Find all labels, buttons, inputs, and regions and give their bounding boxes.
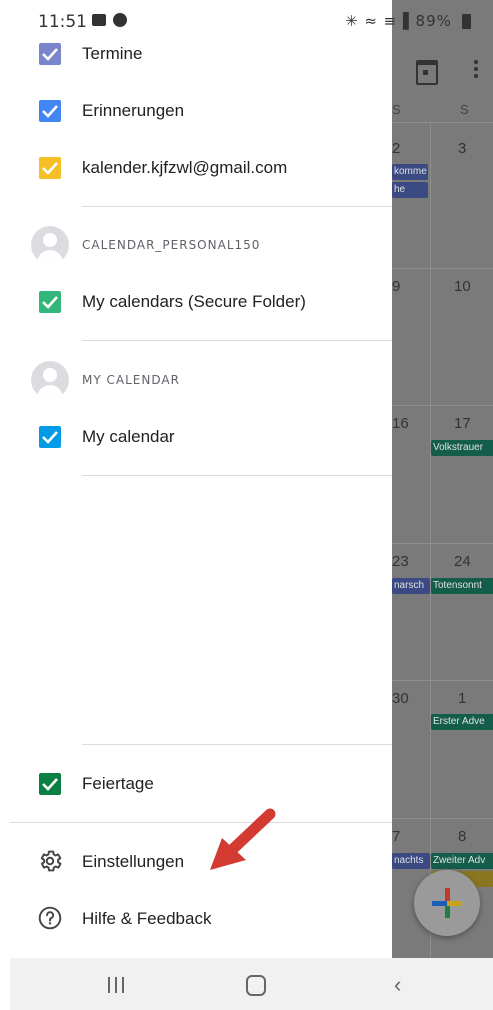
battery-icon [462, 14, 471, 29]
divider [82, 206, 392, 207]
help-circle-icon [37, 905, 63, 931]
divider [82, 744, 392, 745]
today-calendar-icon[interactable] [416, 60, 438, 85]
checkbox-checked-icon[interactable] [39, 100, 61, 122]
calendar-month-view: S S 2 3 9 10 16 17 23 24 30 1 7 8 komme … [392, 0, 493, 958]
divider [82, 475, 392, 476]
checkbox-checked-icon[interactable] [39, 773, 61, 795]
date-cell[interactable]: 10 [454, 278, 471, 295]
status-bar: 11:51 ✳ ≈ ≡▐ 89% [0, 0, 493, 44]
date-cell[interactable]: 2 [392, 140, 400, 157]
grid-line [392, 818, 493, 819]
grid-line [392, 543, 493, 544]
gallery-icon [92, 14, 106, 26]
checkbox-checked-icon[interactable] [39, 291, 61, 313]
home-icon[interactable] [246, 975, 266, 996]
gear-icon [37, 848, 63, 874]
account-name: CALENDAR_PERSONAL150 [82, 238, 261, 252]
grid-line [392, 268, 493, 269]
date-cell[interactable]: 23 [392, 553, 409, 570]
grid-line [392, 122, 493, 123]
date-cell[interactable]: 3 [458, 140, 466, 157]
date-cell[interactable]: 16 [392, 415, 409, 432]
grid-line [430, 122, 431, 958]
event-chip[interactable]: nachts [392, 853, 430, 869]
help-label: Hilfe & Feedback [82, 909, 212, 928]
divider [82, 340, 392, 341]
create-event-fab[interactable] [414, 870, 480, 936]
date-cell[interactable]: 7 [392, 828, 400, 845]
annotation-arrow-icon [210, 808, 276, 870]
navigation-drawer: Termine Erinnerungen kalender.kjfzwl@gma… [0, 0, 392, 958]
spotify-icon [113, 13, 127, 27]
weekday-header: S [460, 102, 469, 117]
checkbox-checked-icon[interactable] [39, 43, 61, 65]
checkbox-checked-icon[interactable] [39, 157, 61, 179]
date-cell[interactable]: 30 [392, 690, 409, 707]
more-vert-icon[interactable] [474, 60, 478, 80]
event-chip[interactable]: Totensonnt [431, 578, 493, 594]
status-time: 11:51 [38, 12, 87, 32]
account-avatar [31, 361, 69, 399]
event-chip[interactable]: komme [392, 164, 428, 180]
calendar-label: My calendar [82, 427, 175, 446]
date-cell[interactable]: 24 [454, 553, 471, 570]
calendar-toggle-erinnerungen[interactable]: Erinnerungen [0, 85, 392, 137]
settings-label: Einstellungen [82, 852, 185, 871]
event-chip[interactable]: narsch [392, 578, 430, 594]
calendar-toggle-secure-folder[interactable]: My calendars (Secure Folder) [0, 276, 392, 328]
account-avatar [31, 226, 69, 264]
event-chip[interactable]: Volkstrauer [431, 440, 493, 456]
calendar-label: Termine [82, 44, 143, 63]
system-navigation-bar: ‹ [10, 958, 493, 1010]
account-name: MY CALENDAR [82, 373, 180, 387]
date-cell[interactable]: 17 [454, 415, 471, 432]
back-icon[interactable]: ‹ [394, 972, 401, 998]
checkbox-checked-icon[interactable] [39, 426, 61, 448]
calendar-label: Feiertage [82, 774, 154, 793]
weekday-header: S [392, 102, 401, 117]
plus-icon-bar [432, 901, 462, 906]
grid-line [392, 405, 493, 406]
calendar-label: Erinnerungen [82, 101, 185, 120]
settings-menu-item[interactable]: Einstellungen [0, 835, 392, 887]
calendar-toggle-my-calendar[interactable]: My calendar [0, 411, 392, 463]
event-chip[interactable]: Erster Adve [431, 714, 493, 730]
status-indicators: ✳ ≈ ≡▐ 89% [345, 12, 452, 30]
date-cell[interactable]: 1 [458, 690, 466, 707]
event-chip[interactable]: Zweiter Adv [431, 853, 493, 869]
help-feedback-menu-item[interactable]: Hilfe & Feedback [0, 892, 392, 944]
grid-line [392, 680, 493, 681]
event-chip[interactable]: he [392, 182, 428, 198]
calendar-toggle-gmail[interactable]: kalender.kjfzwl@gmail.com [0, 142, 392, 194]
date-cell[interactable]: 8 [458, 828, 466, 845]
recent-apps-icon[interactable] [108, 977, 126, 993]
calendar-label: kalender.kjfzwl@gmail.com [82, 158, 288, 177]
calendar-label: My calendars (Secure Folder) [82, 292, 306, 311]
calendar-toggle-feiertage[interactable]: Feiertage [0, 758, 392, 810]
date-cell[interactable]: 9 [392, 278, 400, 295]
